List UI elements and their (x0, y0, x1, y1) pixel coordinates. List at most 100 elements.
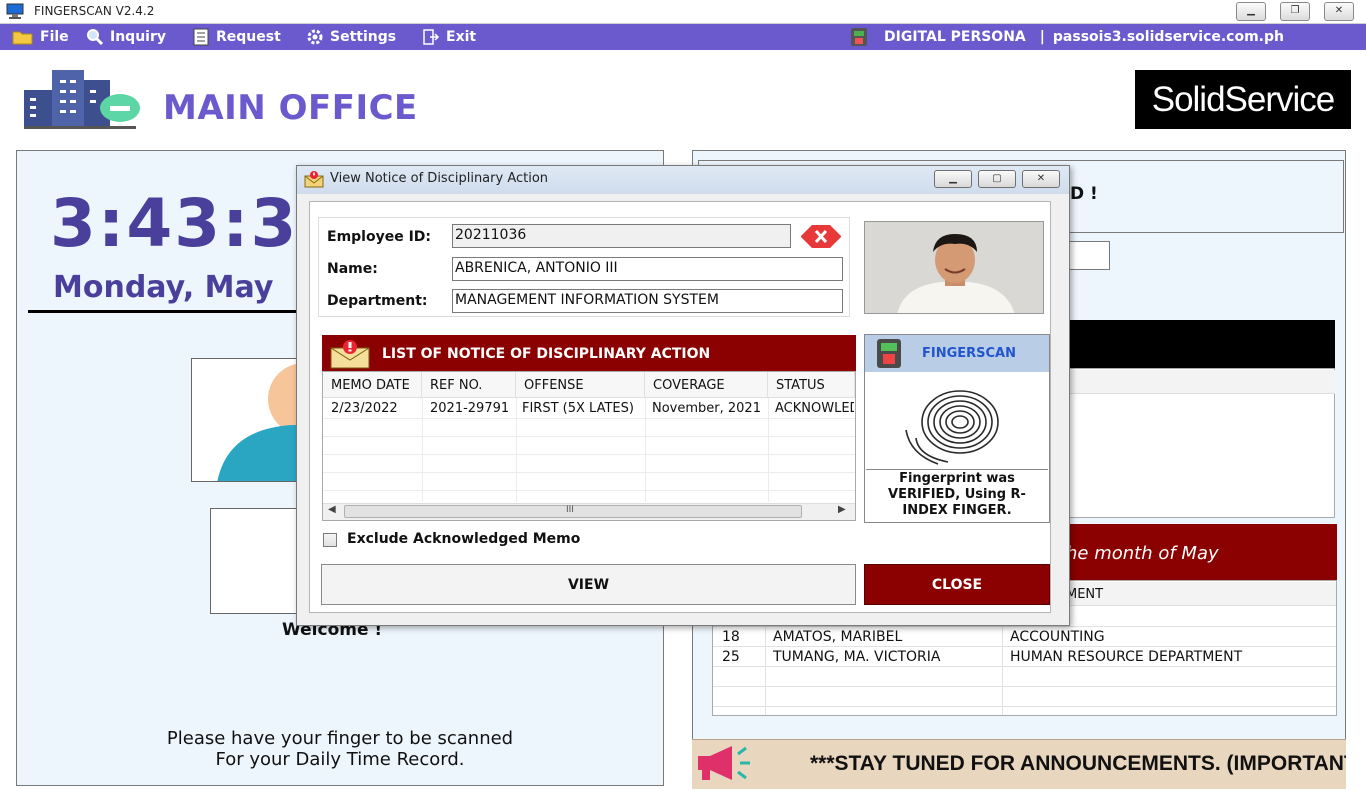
scroll-left-arrow-icon[interactable]: ◀ (328, 504, 336, 515)
grid-row-line (323, 472, 855, 473)
server-address: passois3.solidservice.com.ph (1052, 29, 1284, 45)
employee-id-label: Employee ID: (327, 229, 432, 245)
announcement-text: ***STAY TUNED FOR ANNOUNCEMENTS. (IMPORT… (810, 752, 1346, 775)
department-label: Department: (327, 293, 428, 309)
info-list-header (1060, 370, 1335, 394)
birthday-day: 18 (722, 629, 740, 645)
info-message-text: D ! (1070, 184, 1098, 204)
office-building-icon (24, 70, 140, 129)
fingerprint-status: Fingerprint was VERIFIED, Using R-INDEX … (866, 469, 1048, 521)
company-logo-text: SolidService (1151, 79, 1336, 119)
exclude-acknowledged-checkbox[interactable] (323, 533, 337, 547)
dialog-minimize-button[interactable]: ▁ (934, 170, 972, 188)
menu-request-label: Request (216, 29, 281, 45)
menu-inquiry[interactable]: Inquiry (86, 28, 166, 46)
column-status[interactable]: STATUS (768, 372, 855, 398)
grid-column-divider (516, 398, 517, 502)
birthday-row-line (713, 706, 1336, 707)
menu-exit[interactable]: Exit (422, 28, 476, 46)
device-separator: | (1039, 29, 1045, 45)
employee-id-field[interactable]: 20211036 (452, 224, 791, 248)
minimize-button[interactable]: ▁ (1236, 2, 1266, 21)
menu-settings[interactable]: Settings (306, 28, 396, 46)
form-icon (193, 28, 209, 46)
grid-column-divider (768, 398, 769, 502)
magnifier-icon (87, 29, 104, 46)
notice-envelope-icon (304, 171, 324, 188)
menu-file[interactable]: File (12, 28, 69, 46)
close-button[interactable]: CLOSE (864, 564, 1050, 605)
notice-memo-date[interactable]: 2/23/2022 (331, 401, 421, 416)
birthday-row-line (713, 666, 1336, 667)
birthday-department-header-text: MENT (1066, 587, 1104, 602)
grid-column-divider (422, 398, 423, 502)
fingerscan-title: FINGERSCAN (922, 346, 1017, 361)
birthday-department: ACCOUNTING (1010, 629, 1105, 645)
notice-status[interactable]: ACKNOWLEDGED (775, 401, 854, 416)
fingerprint-reader-icon (877, 339, 901, 368)
birthday-name: TUMANG, MA. VICTORIA (773, 649, 941, 665)
window-title-bar: FINGERSCAN V2.4.2 ▁ ❐ ✕ (0, 0, 1366, 24)
menu-settings-label: Settings (330, 29, 397, 45)
birthday-row-line (713, 626, 1336, 627)
scrollbar-grip: III (566, 505, 574, 515)
exclude-acknowledged-label[interactable]: Exclude Acknowledged Memo (347, 531, 580, 547)
column-ref-no[interactable]: REF NO. (422, 372, 516, 398)
fingerprint-icon (905, 390, 999, 465)
name-label: Name: (327, 261, 378, 277)
name-field[interactable]: ABRENICA, ANTONIO III (452, 257, 843, 281)
device-name: DIGITAL PERSONA (884, 29, 1026, 45)
menu-request[interactable]: Request (192, 28, 281, 46)
column-memo-date[interactable]: MEMO DATE (323, 372, 422, 398)
dialog-maximize-button[interactable]: ▢ (978, 170, 1016, 188)
grid-column-divider (645, 398, 646, 502)
view-button[interactable]: VIEW (321, 564, 856, 605)
birthday-department: HUMAN RESOURCE DEPARTMENT (1010, 649, 1243, 665)
scan-instruction-line-1: Please have your finger to be scanned (166, 728, 514, 749)
office-title: MAIN OFFICE (163, 88, 418, 128)
notice-envelope-icon (330, 340, 370, 369)
birthday-row-line (713, 686, 1336, 687)
menu-exit-label: Exit (446, 29, 477, 45)
grid-row-line (323, 454, 855, 455)
device-status: DIGITAL PERSONA | passois3.solidservice.… (848, 27, 1284, 47)
notice-offense[interactable]: FIRST (5X LATES) (522, 401, 644, 416)
notice-coverage[interactable]: November, 2021 (652, 401, 767, 416)
birthday-day: 25 (722, 649, 740, 665)
scanned-employee-photo (191, 358, 306, 482)
grid-row-line (323, 436, 855, 437)
notice-list-title: LIST OF NOTICE OF DISCIPLINARY ACTION (382, 346, 711, 362)
employee-name-box (210, 508, 310, 614)
fingerprint-reader-icon (851, 28, 867, 46)
date-underline (28, 310, 318, 313)
clear-employee-button[interactable] (800, 224, 842, 249)
notice-ref-no[interactable]: 2021-29791 (430, 401, 516, 416)
birthday-name: AMATOS, MARIBEL (773, 629, 903, 645)
restore-button[interactable]: ❐ (1280, 2, 1310, 21)
menu-file-label: File (40, 29, 69, 45)
column-offense[interactable]: OFFENSE (516, 372, 645, 398)
birthday-column-department: MENT (1060, 582, 1336, 606)
scan-instruction-line-2: For your Daily Time Record. (215, 749, 465, 770)
dialog-close-x-button[interactable]: ✕ (1022, 170, 1060, 188)
clock-display: 3:43:3 (50, 185, 299, 262)
scroll-right-arrow-icon[interactable]: ▶ (838, 504, 846, 515)
birthday-title: he month of May (1066, 543, 1219, 564)
exit-icon (423, 29, 440, 45)
grid-row-line (323, 490, 855, 491)
menu-inquiry-label: Inquiry (110, 29, 166, 45)
user-avatar-icon (192, 359, 305, 481)
date-display: Monday, May (53, 270, 274, 305)
column-coverage[interactable]: COVERAGE (645, 372, 768, 398)
info-header-bar (1060, 320, 1335, 368)
grid-row-line (323, 418, 855, 419)
close-window-button[interactable]: ✕ (1324, 2, 1354, 21)
fingerscan-app-icon (6, 3, 24, 19)
folder-icon (12, 31, 33, 45)
employee-portrait (865, 222, 1043, 313)
birthday-row-line (713, 646, 1336, 647)
employee-photo (864, 221, 1044, 314)
gear-icon (307, 29, 323, 45)
department-field[interactable]: MANAGEMENT INFORMATION SYSTEM (452, 289, 843, 313)
megaphone-icon (698, 746, 750, 780)
